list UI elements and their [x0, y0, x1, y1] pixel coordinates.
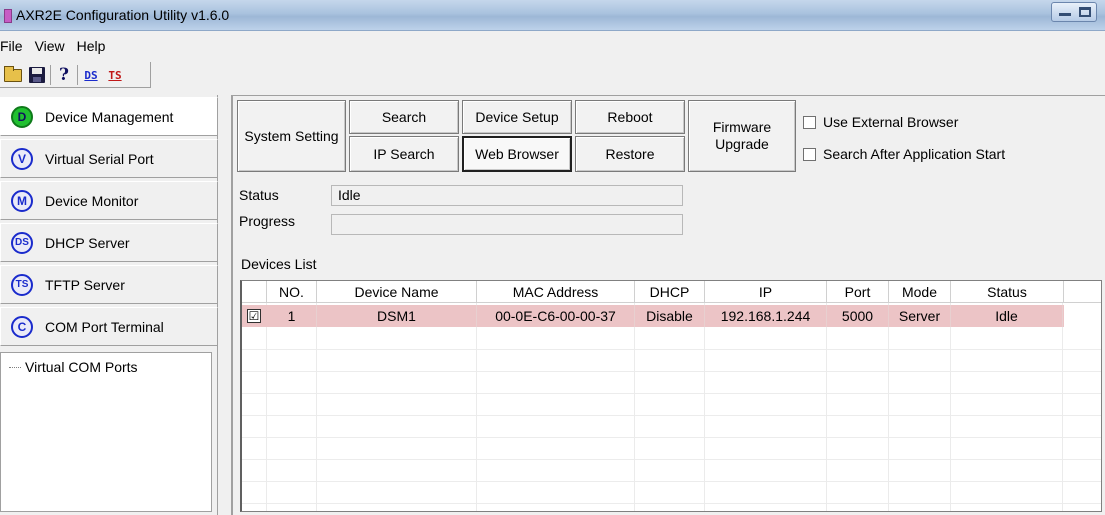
toolbar: ? DS TS [0, 62, 151, 88]
window-title: AXR2E Configuration Utility v1.6.0 [16, 7, 230, 23]
system-setting-button[interactable]: System Setting [237, 100, 346, 172]
restore-button[interactable]: Restore [575, 136, 685, 172]
status-label: Status [239, 187, 279, 203]
menu-bar: File View Help [0, 36, 1105, 58]
app-icon [4, 9, 12, 23]
header-filler [1064, 281, 1101, 303]
nav-device-management[interactable]: D Device Management [0, 97, 218, 136]
device-monitor-icon: M [11, 189, 33, 212]
com-port-terminal-icon: C [11, 315, 33, 338]
status-field: Idle [331, 185, 683, 206]
header-status[interactable]: Status [951, 281, 1064, 303]
nav-device-monitor[interactable]: M Device Monitor [0, 181, 218, 220]
tree-item-virtual-com-ports[interactable]: Virtual COM Ports [9, 359, 138, 375]
virtual-serial-port-icon: V [11, 147, 33, 170]
nav-dhcp-server[interactable]: DS DHCP Server [0, 223, 218, 262]
maximize-icon[interactable] [1079, 7, 1091, 17]
title-bar: AXR2E Configuration Utility v1.6.0 [0, 0, 1105, 31]
checkbox-box[interactable] [803, 115, 816, 129]
help-icon: ? [59, 65, 69, 85]
left-nav-panel: D Device Management V Virtual Serial Por… [0, 95, 218, 515]
firmware-upgrade-button[interactable]: Firmware Upgrade [688, 100, 796, 172]
tree-item-label: Virtual COM Ports [25, 359, 138, 375]
save-disk-icon [29, 67, 45, 83]
nav-com-port-terminal[interactable]: C COM Port Terminal [0, 307, 218, 346]
menu-view[interactable]: View [31, 36, 73, 58]
cell-device-name: DSM1 [317, 305, 477, 327]
dhcp-server-toolbar-button[interactable]: DS [80, 64, 102, 86]
toolbar-separator [77, 65, 78, 85]
dhcp-server-icon: DS [11, 231, 33, 254]
menu-file[interactable]: File [0, 36, 31, 58]
web-browser-button[interactable]: Web Browser [462, 136, 572, 172]
checkbox-label: Search After Application Start [823, 146, 1006, 162]
minimize-icon[interactable] [1059, 13, 1071, 16]
device-management-icon: D [11, 105, 33, 128]
help-button[interactable]: ? [53, 64, 75, 86]
header-ip[interactable]: IP [705, 281, 827, 303]
header-no[interactable]: NO. [267, 281, 317, 303]
tftp-server-icon: TS [11, 273, 33, 296]
nav-label: Device Management [45, 108, 174, 125]
nav-label: COM Port Terminal [45, 318, 164, 335]
checkbox-box[interactable] [803, 147, 816, 161]
devices-list-title: Devices List [241, 256, 317, 272]
nav-virtual-serial-port[interactable]: V Virtual Serial Port [0, 139, 218, 178]
ip-search-button[interactable]: IP Search [349, 136, 459, 172]
devices-table[interactable]: NO. Device Name MAC Address DHCP IP Port… [240, 280, 1102, 512]
device-setup-button[interactable]: Device Setup [462, 100, 572, 134]
reboot-button[interactable]: Reboot [575, 100, 685, 134]
nav-label: DHCP Server [45, 234, 130, 251]
cell-ip: 192.168.1.244 [705, 305, 827, 327]
nav-label: TFTP Server [45, 276, 125, 293]
open-button[interactable] [2, 64, 24, 86]
header-mac-address[interactable]: MAC Address [477, 281, 635, 303]
nav-label: Virtual Serial Port [45, 150, 154, 167]
cell-status: Idle [951, 305, 1063, 327]
tree-connector [9, 366, 21, 368]
virtual-com-ports-tree: Virtual COM Ports [0, 352, 212, 512]
header-mode[interactable]: Mode [889, 281, 951, 303]
progress-label: Progress [239, 213, 296, 229]
nav-tftp-server[interactable]: TS TFTP Server [0, 265, 218, 304]
menu-help[interactable]: Help [73, 36, 114, 58]
window-controls [1051, 2, 1097, 22]
nav-label: Device Monitor [45, 192, 139, 209]
cell-dhcp: Disable [635, 305, 705, 327]
header-check[interactable] [242, 281, 267, 303]
row-checkbox[interactable]: ☑ [247, 309, 261, 323]
search-button[interactable]: Search [349, 100, 459, 134]
cell-mode: Server [889, 305, 951, 327]
tftp-server-toolbar-button[interactable]: TS [104, 64, 126, 86]
folder-open-icon [4, 65, 22, 82]
checkbox-label: Use External Browser [823, 114, 959, 130]
use-external-browser-checkbox[interactable]: Use External Browser [803, 114, 958, 130]
header-port[interactable]: Port [827, 281, 889, 303]
cell-no: 1 [267, 305, 317, 327]
cell-mac-address: 00-0E-C6-00-00-37 [477, 305, 635, 327]
main-panel: System Setting Search IP Search Device S… [231, 95, 1105, 515]
search-after-start-checkbox[interactable]: Search After Application Start [803, 146, 1005, 162]
header-dhcp[interactable]: DHCP [635, 281, 705, 303]
header-device-name[interactable]: Device Name [317, 281, 477, 303]
cell-port: 5000 [827, 305, 889, 327]
save-button[interactable] [26, 64, 48, 86]
toolbar-separator [50, 65, 51, 85]
progress-bar [331, 214, 683, 235]
